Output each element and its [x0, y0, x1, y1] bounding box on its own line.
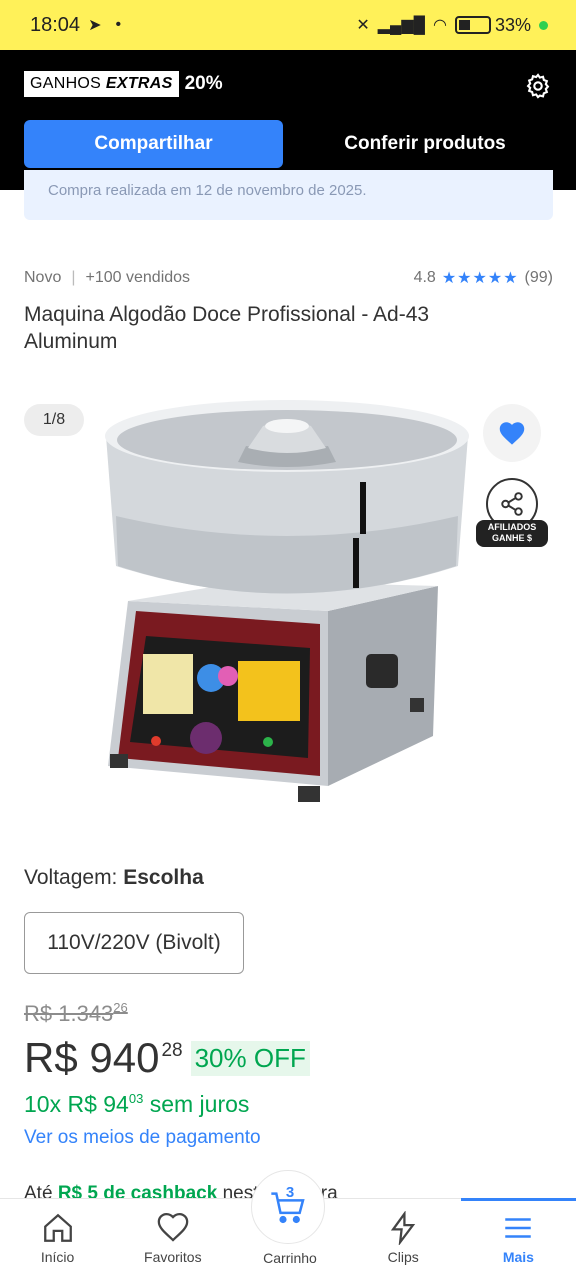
- voltage-label: Voltagem: Escolha: [24, 866, 204, 890]
- voltage-choose-text: Escolha: [123, 866, 204, 889]
- favorite-button[interactable]: [483, 404, 541, 462]
- discount-badge: 30% OFF: [190, 1041, 310, 1076]
- voltage-label-text: Voltagem:: [24, 866, 124, 889]
- rating-value: 4.8: [413, 269, 436, 286]
- mute-icon: ✕: [356, 17, 370, 34]
- nav-favorites[interactable]: Favoritos: [115, 1199, 230, 1280]
- nav-favorites-label: Favoritos: [144, 1249, 202, 1265]
- badge-percent: 20%: [184, 73, 223, 94]
- status-time: 18:04: [30, 13, 81, 36]
- check-products-button[interactable]: Conferir produtos: [300, 120, 550, 168]
- share-icon: [501, 492, 523, 516]
- battery-icon: 33%: [454, 14, 531, 36]
- privacy-dot-icon: [539, 20, 548, 30]
- purchase-note-text: Compra realizada em 12 de novembro de 20…: [48, 182, 367, 199]
- installments-suffix: sem juros: [143, 1091, 250, 1117]
- share-button[interactable]: Compartilhar: [24, 120, 283, 168]
- installments-cents: 03: [128, 1091, 144, 1106]
- extra-earnings-badge: GANHOS EXTRAS 20%: [24, 71, 223, 97]
- star-icons: ★★★★★: [441, 270, 519, 287]
- heart-outline-icon: [157, 1212, 189, 1242]
- heart-icon: [499, 422, 525, 445]
- price-cents: 28: [161, 1040, 183, 1061]
- review-count: (99): [524, 269, 553, 286]
- installments-amount: 10x R$ 94: [24, 1091, 129, 1117]
- installments: 10x R$ 9403 sem juros: [24, 1091, 249, 1118]
- payment-methods-link[interactable]: Ver os meios de pagamento: [24, 1127, 261, 1149]
- sold-count: +100 vendidos: [85, 269, 191, 286]
- cart-count-badge: 3: [285, 1184, 295, 1201]
- current-price: R$ 940 28 30% OFF: [24, 1034, 310, 1082]
- voltage-option-bivolt[interactable]: 110V/220V (Bivolt): [24, 912, 244, 974]
- product-image[interactable]: [98, 396, 482, 816]
- battery-percent: 33%: [494, 14, 531, 35]
- old-price-main: R$ 1.343: [24, 1001, 114, 1026]
- status-icons: ✕ ▂▄▆█ ◠ 33%: [356, 15, 548, 36]
- nav-cart-label: Carrinho: [263, 1250, 317, 1266]
- menu-icon: [505, 1218, 532, 1238]
- gear-icon[interactable]: [524, 72, 552, 100]
- affiliate-badge-line2: GANHE $: [491, 533, 532, 543]
- product-meta-row: Novo | +100 vendidos 4.8 ★★★★★ (99): [24, 268, 553, 288]
- affiliate-bar: GANHOS EXTRAS 20% Compartilhar Conferir …: [0, 50, 576, 190]
- old-price-cents: 26: [113, 1000, 128, 1015]
- cart-button[interactable]: [251, 1170, 325, 1244]
- signal-icon: ▂▄▆█: [377, 17, 425, 34]
- nav-home-label: Início: [40, 1249, 75, 1265]
- lightning-icon: [391, 1211, 416, 1245]
- purchase-note: Compra realizada em 12 de novembro de 20…: [24, 170, 553, 220]
- notification-dot-icon: •: [115, 16, 122, 33]
- rating[interactable]: 4.8 ★★★★★ (99): [414, 268, 553, 288]
- nav-more-label: Mais: [502, 1249, 534, 1265]
- price-main: R$ 940: [24, 1034, 160, 1081]
- badge-text: GANHOS: [30, 75, 102, 92]
- home-icon: [43, 1213, 72, 1242]
- gallery-counter: 1/8: [24, 404, 84, 436]
- nav-clips-label: Clips: [387, 1249, 419, 1265]
- nav-home[interactable]: Início: [0, 1199, 115, 1280]
- product-title: Maquina Algodão Doce Profissional - Ad-4…: [24, 303, 430, 353]
- badge-bold-text: EXTRAS: [105, 75, 173, 92]
- condition-label: Novo: [24, 269, 62, 286]
- wifi-icon: ◠: [433, 17, 447, 34]
- affiliate-earn-badge: AFILIADOS GANHE $: [476, 520, 548, 547]
- telegram-icon: ➤: [88, 17, 102, 34]
- old-price: R$ 1.34326: [24, 1000, 128, 1027]
- affiliate-badge-line1: AFILIADOS: [487, 522, 537, 532]
- nav-clips[interactable]: Clips: [346, 1199, 461, 1280]
- meta-divider: |: [71, 269, 76, 286]
- nav-more[interactable]: Mais: [460, 1198, 576, 1280]
- status-bar: 18:04 ➤ • ✕ ▂▄▆█ ◠ 33%: [0, 0, 576, 50]
